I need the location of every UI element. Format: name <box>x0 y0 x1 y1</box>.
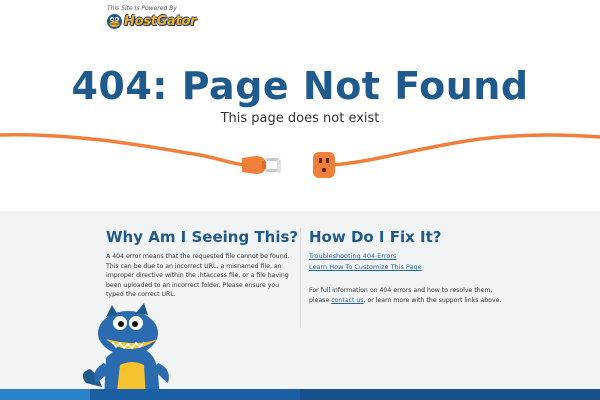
footer-band-shade <box>300 389 600 400</box>
why-column: Why Am I Seeing This? A 404 error means … <box>106 228 299 300</box>
unplugged-cord-icon <box>0 133 600 178</box>
footer-band <box>0 389 600 400</box>
fix-column: How Do I Fix It? Troubleshooting 404 Err… <box>309 228 509 305</box>
support-links: Troubleshooting 404 Errors Learn How To … <box>309 251 509 273</box>
socket-icon <box>313 152 335 178</box>
why-body: A 404 error means that the requested fil… <box>106 253 290 298</box>
customize-page-link[interactable]: Learn How To Customize This Page <box>309 262 509 273</box>
footer-band-light <box>0 389 90 400</box>
powered-by-text: This Site Is Powered By <box>107 5 177 12</box>
page-title: 404: Page Not Found <box>71 64 529 108</box>
fix-text-after: , or learn more with the support links a… <box>363 296 502 304</box>
page-subtitle: This page does not exist <box>220 111 380 126</box>
plug-icon <box>242 156 281 174</box>
contact-us-link[interactable]: contact us <box>331 297 363 304</box>
fix-heading: How Do I Fix It? <box>309 228 442 246</box>
brand-name: HostGator <box>124 14 197 29</box>
troubleshooting-link[interactable]: Troubleshooting 404 Errors <box>309 251 509 262</box>
gator-head-icon <box>107 14 122 29</box>
column-divider <box>300 228 301 328</box>
gator-mascot-icon <box>82 303 169 400</box>
fix-body: For full information on 404 errors and h… <box>309 286 509 305</box>
host-logo[interactable]: This Site Is Powered By HostGator <box>106 5 196 30</box>
why-heading: Why Am I Seeing This? <box>106 228 299 246</box>
